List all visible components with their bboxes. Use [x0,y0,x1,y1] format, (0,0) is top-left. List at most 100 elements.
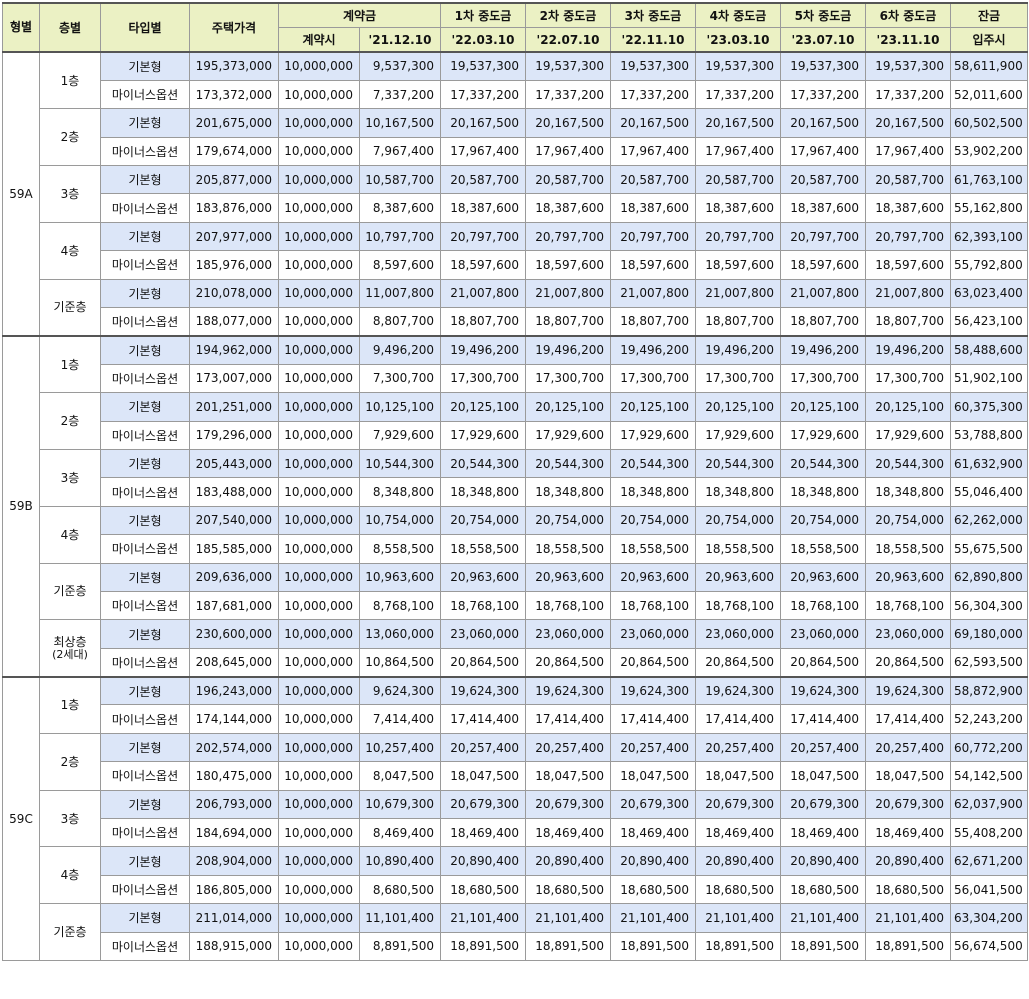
header-mid2: 2차 중도금 [525,2,611,28]
mid5-cell: 19,624,300 [780,675,866,706]
mid1-cell: 21,007,800 [440,278,526,309]
table-row: 마이너스옵션 186,805,000 10,000,000 8,680,500 18,6… [3,874,1028,905]
table-body: 59A 1층 기본형 195,373,000 10,000,000 9,537,300 19… [2,50,1028,962]
contract-signing-cell: 10,000,000 [278,590,360,621]
mid5-cell: 19,496,200 [780,334,866,365]
header-contract-sub1: 계약시 [278,27,360,53]
mid2-cell: 19,537,300 [525,50,611,81]
balance-cell: 58,611,900 [950,50,1028,81]
header-mid4-date: '23.03.10 [695,27,781,53]
mid2-cell: 20,890,400 [525,846,611,876]
mid1-cell: 20,963,600 [440,562,526,592]
header-mid3: 3차 중도금 [610,2,696,28]
mid2-cell: 21,101,400 [525,903,611,933]
contract-signing-cell: 10,000,000 [278,903,360,933]
header-balance: 잔금 [950,2,1028,28]
contract-signing-cell: 10,000,000 [278,874,360,905]
mid2-cell: 18,891,500 [525,931,611,962]
mid2-cell: 23,060,000 [525,619,611,649]
contract-second-cell: 8,680,500 [359,874,441,905]
mid2-cell: 21,007,800 [525,278,611,309]
mid1-cell: 17,414,400 [440,704,526,734]
mid5-cell: 21,101,400 [780,903,866,933]
balance-cell: 54,142,500 [950,761,1028,791]
mid4-cell: 20,167,500 [695,108,781,138]
mid3-cell: 19,537,300 [610,50,696,81]
type-cell: 기본형 [100,505,190,536]
balance-cell: 51,902,100 [950,363,1028,394]
mid4-cell: 19,624,300 [695,675,781,706]
mid1-cell: 18,768,100 [440,590,526,621]
mid6-cell: 18,680,500 [865,874,951,905]
table-row: 3층 기본형 205,877,000 10,000,000 10,587,700 20,5… [3,165,1028,223]
mid5-cell: 19,537,300 [780,50,866,81]
balance-cell: 60,375,300 [950,392,1028,422]
balance-cell: 62,037,900 [950,789,1028,820]
mid6-cell: 23,060,000 [865,619,951,649]
mid6-cell: 21,101,400 [865,903,951,933]
floor-sublabel: (2세대) [52,648,88,662]
mid5-cell: 20,125,100 [780,392,866,422]
floor-cell: 2층 [39,732,101,791]
floor-label: 최상층 [53,635,87,650]
contract-signing-cell: 10,000,000 [278,761,360,791]
price-cell: 210,078,000 [189,278,279,309]
floor-label: 2층 [60,754,80,769]
type-cell: 기본형 [100,50,190,81]
mid2-cell: 18,348,800 [525,477,611,507]
header-contract: 계약금 [278,2,441,28]
mid2-cell: 19,624,300 [525,675,611,706]
table-row: 3층 기본형 206,793,000 10,000,000 10,679,300 20,6… [3,789,1028,848]
table-row: 마이너스옵션 208,645,000 10,000,000 10,864,500 20,… [3,647,1028,678]
price-cell: 185,585,000 [189,534,279,564]
floor-label: 기준층 [53,300,87,315]
mid6-cell: 20,754,000 [865,505,951,536]
balance-cell: 61,632,900 [950,448,1028,479]
contract-signing-cell: 10,000,000 [278,50,360,81]
mid6-cell: 18,387,600 [865,193,951,223]
floor-cell: 4층 [39,846,101,905]
type-cell: 기본형 [100,334,190,365]
mid6-cell: 20,679,300 [865,789,951,820]
table-row: 2층 기본형 202,574,000 10,000,000 10,257,400 20,2… [3,732,1028,791]
mid3-cell: 18,047,500 [610,761,696,791]
mid3-cell: 20,167,500 [610,108,696,138]
table-row: 3층 기본형 205,443,000 10,000,000 10,544,300 20,5… [3,448,1028,507]
mid5-cell: 20,797,700 [780,221,866,252]
mid5-cell: 17,300,700 [780,363,866,394]
table-row: 59B 1층 기본형 194,962,000 10,000,000 9,496,200 19… [2,334,1028,678]
contract-signing-cell: 10,000,000 [278,732,360,763]
mid3-cell: 18,469,400 [610,818,696,848]
header-mid6: 6차 중도금 [865,2,951,28]
mid6-cell: 17,300,700 [865,363,951,394]
balance-cell: 56,674,500 [950,931,1028,962]
mid4-cell: 18,047,500 [695,761,781,791]
mid1-cell: 23,060,000 [440,619,526,649]
table-row: 마이너스옵션 184,694,000 10,000,000 8,469,400 18,4… [3,818,1028,848]
type-cell: 마이너스옵션 [100,79,190,110]
mid5-cell: 21,007,800 [780,278,866,309]
contract-second-cell: 8,891,500 [359,931,441,962]
header-floor: 층별 [39,2,101,53]
mid6-cell: 21,007,800 [865,278,951,309]
table-row: 마이너스옵션 173,007,000 10,000,000 7,300,700 17,3… [3,363,1028,394]
floor-label: 3층 [60,186,80,201]
mid5-cell: 20,587,700 [780,165,866,195]
contract-second-cell: 10,754,000 [359,505,441,536]
floor-cell: 1층 [39,334,101,394]
contract-second-cell: 7,967,400 [359,136,441,167]
contract-second-cell: 9,624,300 [359,675,441,706]
mid1-cell: 19,537,300 [440,50,526,81]
contract-second-cell: 8,768,100 [359,590,441,621]
mid4-cell: 18,768,100 [695,590,781,621]
mid4-cell: 20,890,400 [695,846,781,876]
contract-second-cell: 9,496,200 [359,334,441,365]
price-cell: 209,636,000 [189,562,279,592]
mid4-cell: 20,125,100 [695,392,781,422]
contract-second-cell: 7,300,700 [359,363,441,394]
table-row: 2층 기본형 201,675,000 10,000,000 10,167,500 20,1… [3,108,1028,167]
price-cell: 196,243,000 [189,675,279,706]
price-cell: 195,373,000 [189,50,279,81]
type-cell: 기본형 [100,448,190,479]
type-cell: 마이너스옵션 [100,931,190,962]
